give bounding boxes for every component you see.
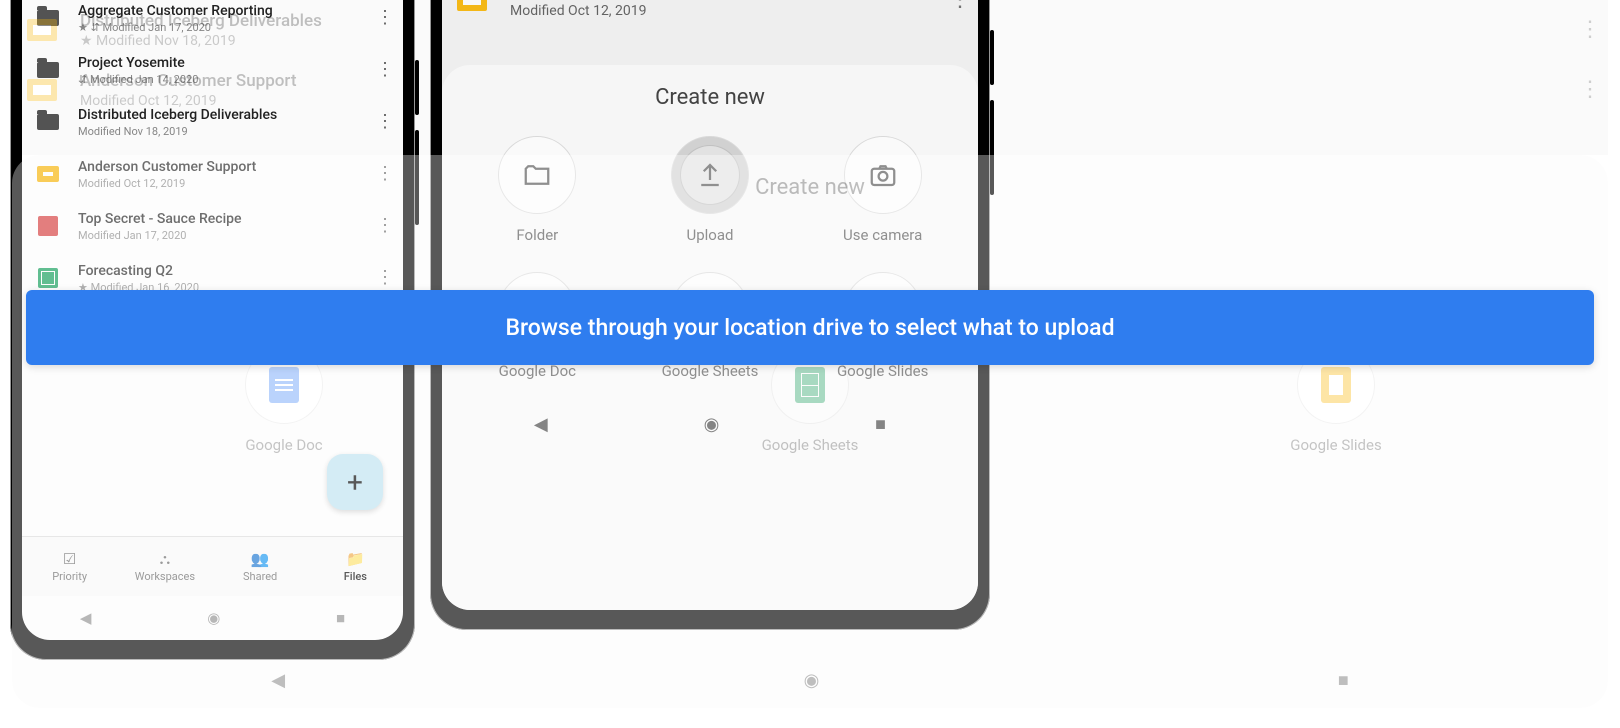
nav-home-icon[interactable]: ◉ — [804, 670, 820, 691]
create-new-sheet: Create new Google Doc Google Sheets Google… — [12, 155, 1608, 708]
instruction-tooltip: Browse through your location drive to se… — [26, 290, 1594, 365]
dimmed-files-list: Distributed Iceberg Deliverables ★ Modifi… — [12, 0, 1608, 155]
file-title: Distributed Iceberg Deliverables — [80, 11, 1578, 31]
file-subtitle: ★ Modified Nov 18, 2019 — [80, 33, 1578, 49]
more-icon: ⋮ — [1578, 79, 1602, 101]
more-icon: ⋮ — [1578, 19, 1602, 41]
list-item: Distributed Iceberg Deliverables ★ Modifi… — [12, 0, 1608, 60]
file-subtitle: Modified Oct 12, 2019 — [80, 93, 1578, 109]
slides-icon — [22, 70, 62, 110]
list-item: Anderson Customer Support Modified Oct 12… — [12, 60, 1608, 120]
slides-icon — [22, 10, 62, 50]
option-label: Google Slides — [1290, 436, 1381, 454]
system-nav: ◀ ◉ ■ — [12, 650, 1608, 710]
option-label: Google Doc — [245, 436, 322, 454]
nav-back-icon[interactable]: ◀ — [271, 670, 285, 691]
nav-recents-icon[interactable]: ■ — [1338, 670, 1349, 691]
file-title: Anderson Customer Support — [80, 71, 1578, 91]
option-label: Google Sheets — [762, 436, 859, 454]
sheet-title: Create new — [26, 175, 1594, 200]
